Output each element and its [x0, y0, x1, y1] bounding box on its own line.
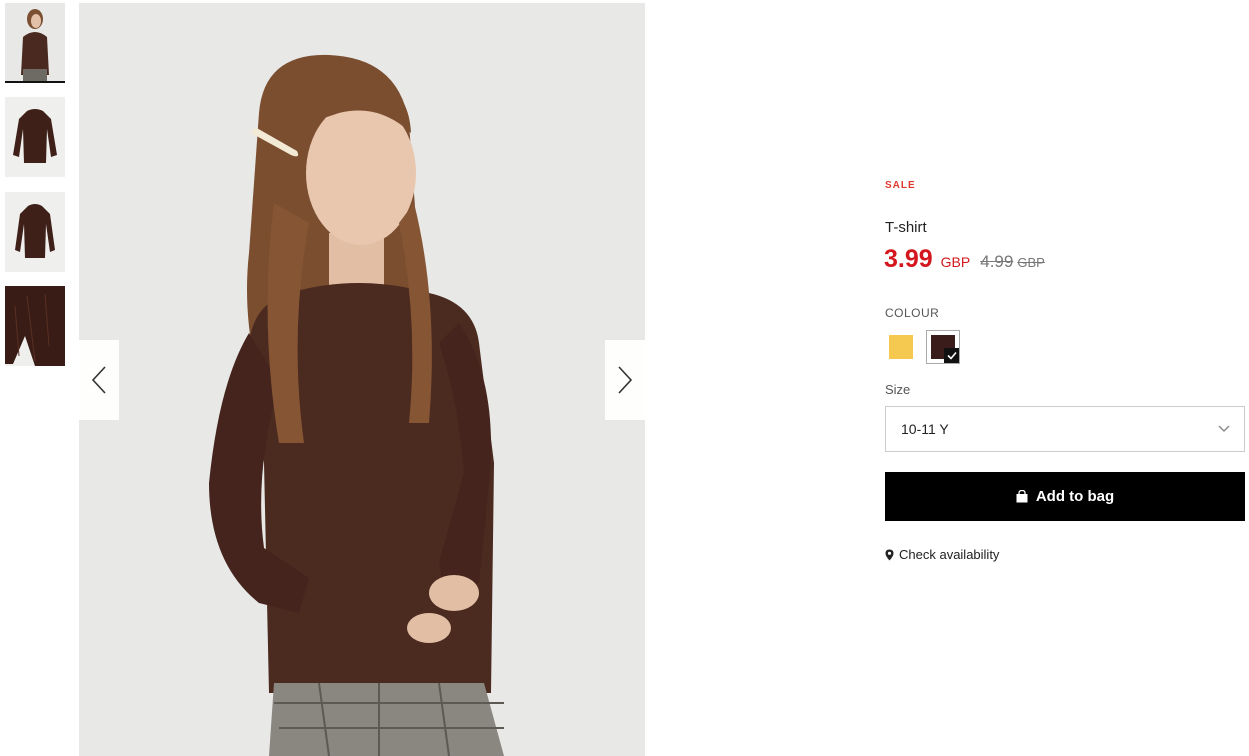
product-name: T-shirt: [885, 219, 927, 236]
check-availability-label: Check availability: [899, 547, 1000, 562]
model-photo: [79, 3, 645, 756]
checkmark-icon: [944, 348, 959, 363]
shopping-bag-icon: [1016, 490, 1028, 503]
chevron-left-icon: [91, 366, 106, 394]
thumbnail-garment-alt-image: [5, 192, 65, 272]
size-label: Size: [885, 382, 911, 397]
colour-swatches: [884, 330, 960, 364]
current-price: 3.99: [884, 245, 933, 273]
size-value: 10-11 Y: [901, 421, 949, 437]
thumbnail-garment-flat[interactable]: [5, 97, 65, 177]
thumbnail-garment-flat-alt[interactable]: [5, 192, 65, 272]
colour-label: COLOUR: [885, 306, 940, 320]
thumbnail-detail-image: [5, 286, 65, 366]
add-to-bag-button[interactable]: Add to bag: [885, 472, 1245, 521]
chevron-right-icon: [618, 366, 633, 394]
thumbnail-garment-detail[interactable]: [5, 286, 65, 366]
location-pin-icon: [885, 549, 894, 560]
next-image-button[interactable]: [605, 340, 645, 420]
current-price-currency: GBP: [940, 254, 971, 270]
check-availability-link[interactable]: Check availability: [885, 547, 999, 562]
colour-swatch-yellow[interactable]: [884, 330, 918, 364]
colour-swatch-brown[interactable]: [926, 330, 960, 364]
add-to-bag-label: Add to bag: [1035, 488, 1115, 505]
thumbnail-model[interactable]: [5, 3, 65, 83]
previous-image-button[interactable]: [79, 340, 119, 420]
main-product-image: [79, 3, 645, 756]
original-price: 4.99: [980, 252, 1014, 271]
thumbnail-model-image: [5, 3, 65, 83]
original-price-currency: GBP: [1017, 255, 1045, 270]
thumbnail-garment-image: [5, 97, 65, 177]
size-select[interactable]: 10-11 Y: [885, 406, 1245, 452]
sale-badge: SALE: [885, 180, 916, 191]
thumbnail-active-indicator: [5, 81, 65, 83]
price-row: 3.99 GBP 4.99 GBP: [884, 245, 1045, 274]
chevron-down-icon: [1218, 425, 1230, 432]
colour-chip-yellow: [889, 335, 913, 359]
